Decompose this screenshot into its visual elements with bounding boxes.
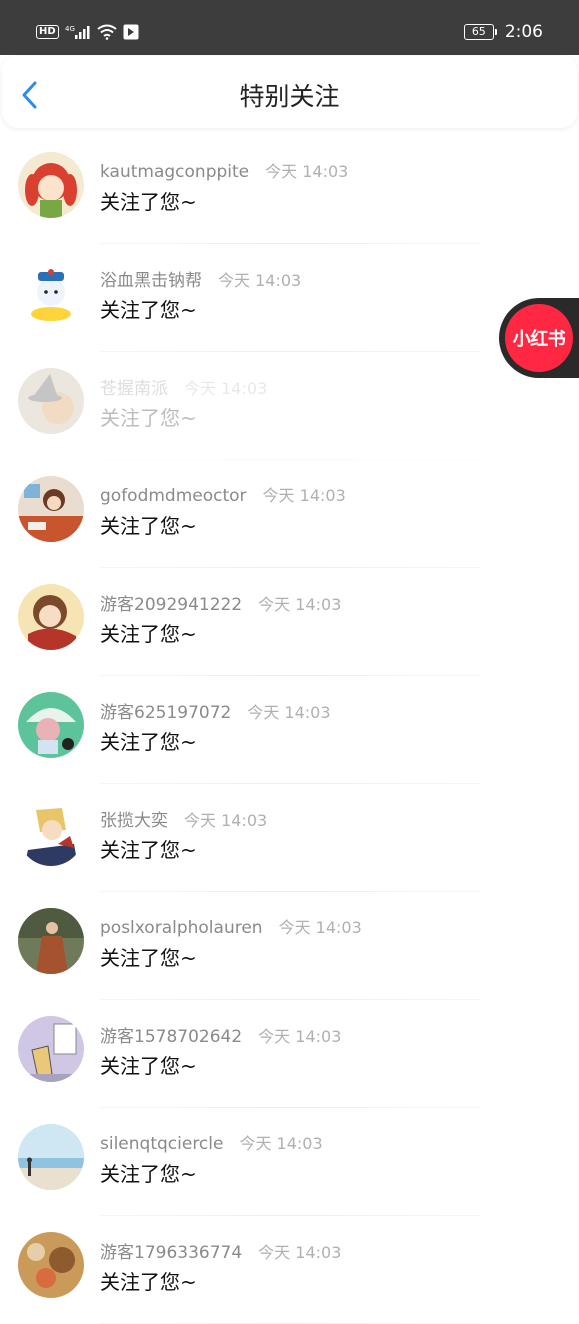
timestamp: 今天 14:03 — [218, 271, 302, 290]
list-item[interactable]: 苍握南派 今天 14:03 关注了您~ — [0, 352, 579, 460]
avatar[interactable] — [18, 476, 84, 542]
name-line: kautmagconppite 今天 14:03 — [100, 158, 348, 182]
list-item[interactable]: 游客625197072 今天 14:03 关注了您~ — [0, 676, 579, 784]
timestamp: 今天 14:03 — [262, 486, 346, 505]
list-item[interactable]: kautmagconppite 今天 14:03 关注了您~ — [0, 136, 579, 244]
timestamp: 今天 14:03 — [239, 1134, 323, 1153]
notification-list: kautmagconppite 今天 14:03 关注了您~ 浴血黑击钠帮 今天… — [0, 136, 579, 1324]
user-name[interactable]: 苍握南派 — [100, 374, 168, 399]
status-bar: HD 4G 65 2:06 — [0, 0, 579, 55]
name-line: 游客1578702642 今天 14:03 — [100, 1022, 341, 1047]
timestamp: 今天 14:03 — [278, 918, 362, 937]
wifi-icon — [97, 24, 117, 40]
avatar[interactable] — [18, 1016, 84, 1082]
list-item[interactable]: poslxoralpholauren 今天 14:03 关注了您~ — [0, 892, 579, 1000]
name-line: poslxoralpholauren 今天 14:03 — [100, 914, 362, 938]
action-text: 关注了您~ — [100, 406, 197, 430]
action-text: 关注了您~ — [100, 622, 197, 646]
avatar[interactable] — [18, 1232, 84, 1298]
user-name[interactable]: kautmagconppite — [100, 162, 249, 182]
floating-app-badge[interactable]: 小红书 — [499, 298, 579, 378]
timestamp: 今天 14:03 — [258, 1027, 342, 1046]
list-item[interactable]: 游客1578702642 今天 14:03 关注了您~ — [0, 1000, 579, 1108]
avatar[interactable] — [18, 1124, 84, 1190]
timestamp: 今天 14:03 — [184, 379, 268, 398]
action-text: 关注了您~ — [100, 1270, 197, 1294]
status-left: HD 4G — [36, 24, 139, 40]
user-name[interactable]: 浴血黑击钠帮 — [100, 266, 202, 291]
hd-badge: HD — [36, 25, 59, 39]
timestamp: 今天 14:03 — [258, 1243, 342, 1262]
user-name[interactable]: 游客625197072 — [100, 698, 231, 723]
avatar[interactable] — [18, 800, 84, 866]
list-item[interactable]: 游客2092941222 今天 14:03 关注了您~ — [0, 568, 579, 676]
action-text: 关注了您~ — [100, 838, 197, 862]
user-name[interactable]: 游客2092941222 — [100, 590, 242, 615]
timestamp: 今天 14:03 — [258, 595, 342, 614]
name-line: gofodmdmeoctor 今天 14:03 — [100, 482, 346, 506]
user-name[interactable]: 张揽大奕 — [100, 806, 168, 831]
name-line: 游客1796336774 今天 14:03 — [100, 1238, 341, 1263]
avatar[interactable] — [18, 368, 84, 434]
avatar[interactable] — [18, 260, 84, 326]
page-title: 特别关注 — [239, 82, 340, 111]
timestamp: 今天 14:03 — [184, 811, 268, 830]
avatar[interactable] — [18, 692, 84, 758]
name-line: 苍握南派 今天 14:03 — [100, 374, 267, 399]
avatar[interactable] — [18, 584, 84, 650]
name-line: 游客625197072 今天 14:03 — [100, 698, 331, 723]
user-name[interactable]: poslxoralpholauren — [100, 918, 263, 938]
name-line: 浴血黑击钠帮 今天 14:03 — [100, 266, 301, 291]
status-right: 65 2:06 — [463, 22, 543, 42]
floating-badge-label[interactable]: 小红书 — [505, 304, 573, 372]
signal-icon: 4G — [65, 25, 90, 39]
action-text: 关注了您~ — [100, 1162, 197, 1186]
action-text: 关注了您~ — [100, 730, 197, 754]
user-name[interactable]: gofodmdmeoctor — [100, 486, 247, 506]
action-text: 关注了您~ — [100, 946, 197, 970]
timestamp: 今天 14:03 — [247, 703, 331, 722]
name-line: 游客2092941222 今天 14:03 — [100, 590, 341, 615]
name-line: 张揽大奕 今天 14:03 — [100, 806, 267, 831]
battery-icon: 65 — [463, 24, 497, 40]
battery-level: 65 — [463, 24, 494, 40]
list-item[interactable]: 浴血黑击钠帮 今天 14:03 关注了您~ — [0, 244, 579, 352]
timestamp: 今天 14:03 — [265, 162, 349, 181]
clock: 2:06 — [504, 22, 543, 42]
user-name[interactable]: 游客1796336774 — [100, 1238, 242, 1263]
network-type-label: 4G — [65, 25, 75, 33]
avatar[interactable] — [18, 908, 84, 974]
header-bar: 特别关注 — [2, 56, 577, 128]
list-item[interactable]: 游客1796336774 今天 14:03 关注了您~ — [0, 1216, 579, 1324]
action-text: 关注了您~ — [100, 514, 197, 538]
avatar[interactable] — [18, 152, 84, 218]
user-name[interactable]: silenqtqciercle — [100, 1134, 223, 1154]
name-line: silenqtqciercle 今天 14:03 — [100, 1130, 323, 1154]
user-name[interactable]: 游客1578702642 — [100, 1022, 242, 1047]
list-item[interactable]: gofodmdmeoctor 今天 14:03 关注了您~ — [0, 460, 579, 568]
action-text: 关注了您~ — [100, 1054, 197, 1078]
action-text: 关注了您~ — [100, 190, 197, 214]
nfc-icon — [123, 24, 139, 40]
list-item[interactable]: silenqtqciercle 今天 14:03 关注了您~ — [0, 1108, 579, 1216]
action-text: 关注了您~ — [100, 298, 197, 322]
list-item[interactable]: 张揽大奕 今天 14:03 关注了您~ — [0, 784, 579, 892]
